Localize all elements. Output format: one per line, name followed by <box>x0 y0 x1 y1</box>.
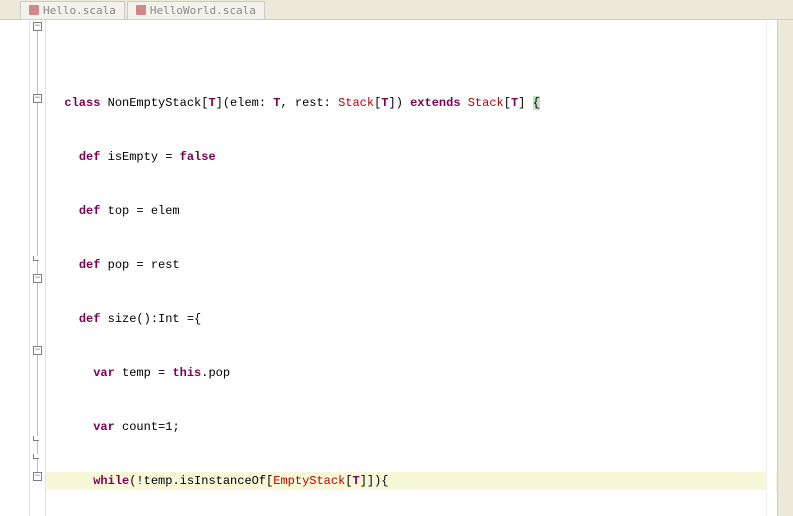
tab-file-1[interactable]: Hello.scala <box>20 1 125 19</box>
code-line[interactable]: class NonEmptyStack[T](elem: T, rest: St… <box>50 94 793 112</box>
code-line[interactable]: def isEmpty = false <box>50 148 793 166</box>
fold-end-mark-icon <box>33 454 39 459</box>
code-line[interactable]: var temp = this.pop <box>50 364 793 382</box>
breakpoint-margin[interactable] <box>0 20 30 516</box>
code-line[interactable]: def pop = rest <box>50 256 793 274</box>
code-line[interactable]: var count=1; <box>50 418 793 436</box>
tab-label: HelloWorld.scala <box>150 4 256 17</box>
fold-toggle-icon[interactable]: − <box>33 94 42 103</box>
code-line[interactable]: def top = elem <box>50 202 793 220</box>
fold-gutter[interactable]: − − − − − <box>30 20 46 516</box>
tab-label: Hello.scala <box>43 4 116 17</box>
fold-end-mark-icon <box>33 256 39 261</box>
fold-toggle-icon[interactable]: − <box>33 22 42 31</box>
fold-toggle-icon[interactable]: − <box>33 472 42 481</box>
tab-file-2[interactable]: HelloWorld.scala <box>127 1 265 19</box>
editor-tabs: Hello.scala HelloWorld.scala <box>0 0 793 20</box>
fold-toggle-icon[interactable]: − <box>33 346 42 355</box>
fold-toggle-icon[interactable]: − <box>33 274 42 283</box>
scala-file-icon <box>29 5 39 15</box>
scala-file-icon <box>136 5 146 15</box>
code-line[interactable]: def size():Int ={ <box>50 310 793 328</box>
fold-end-mark-icon <box>33 436 39 441</box>
code-line[interactable]: while(!temp.isInstanceOf[EmptyStack[T]])… <box>50 472 793 490</box>
editor-main: − − − − − class NonEmptyStack[T](elem: T… <box>0 20 793 516</box>
code-editor[interactable]: class NonEmptyStack[T](elem: T, rest: St… <box>46 20 793 516</box>
